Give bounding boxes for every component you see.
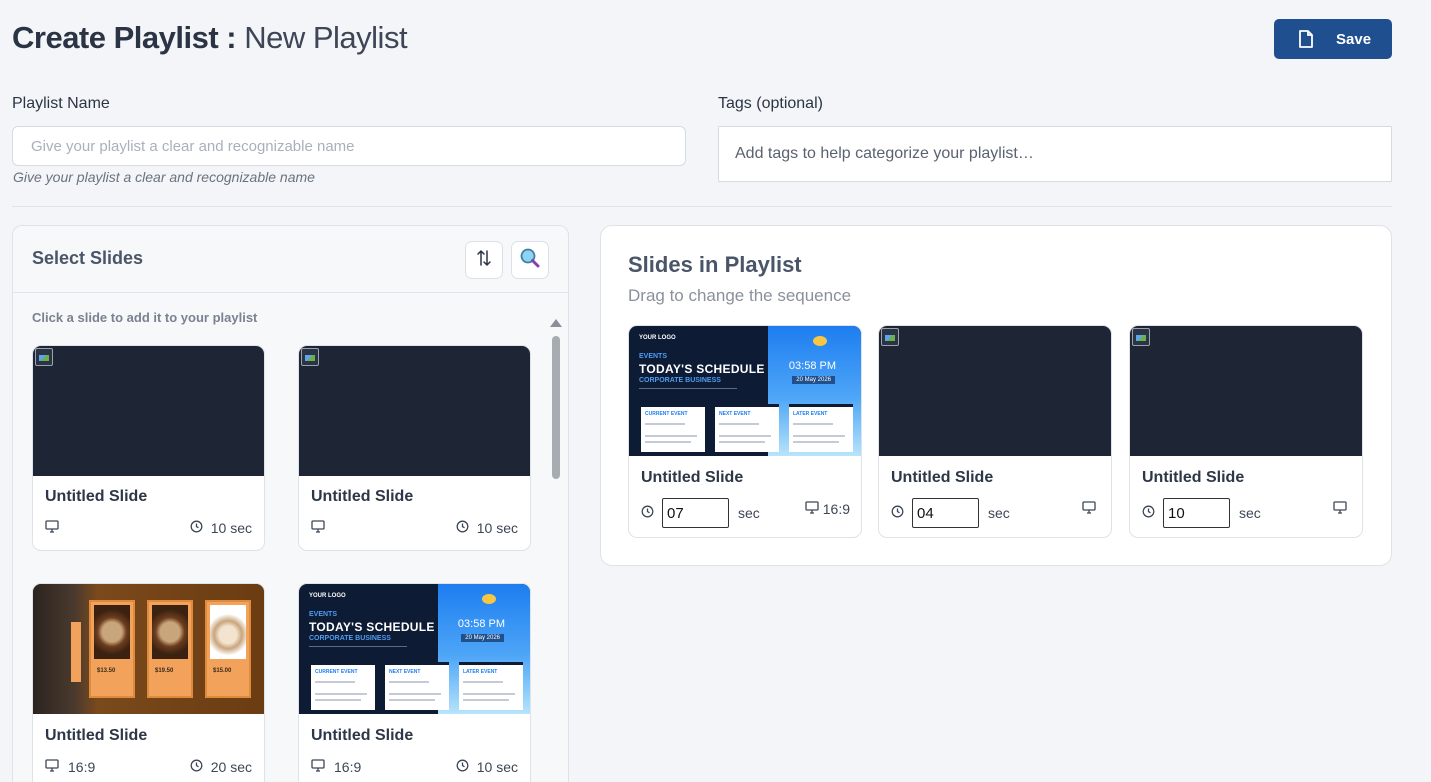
duration-unit: sec <box>988 505 1010 521</box>
playlist-name-label: Playlist Name <box>12 95 110 112</box>
document-icon <box>1298 30 1314 48</box>
clock-icon <box>891 505 904 521</box>
slide-title: Untitled Slide <box>311 727 414 744</box>
duration-row: sec <box>891 498 1010 528</box>
slide-title: Untitled Slide <box>1142 469 1245 486</box>
clock-icon <box>456 759 469 775</box>
duration-input[interactable] <box>1163 498 1230 528</box>
page-title-prefix: Create Playlist : <box>12 20 237 55</box>
slide-card[interactable]: $13.50 $19.50 $15.00 Untitled Slide 16:9… <box>32 583 265 782</box>
slide-card[interactable]: YOUR LOGO EVENTS TODAY'S SCHEDULE CORPOR… <box>298 583 531 782</box>
playlist-panel-subtitle: Drag to change the sequence <box>628 286 852 305</box>
slide-thumbnail <box>879 326 1111 456</box>
playlist-slide-card[interactable]: YOUR LOGO EVENTS TODAY'S SCHEDULE CORPOR… <box>628 325 862 538</box>
broken-image-icon <box>301 348 319 366</box>
divider <box>12 206 1392 207</box>
slide-title: Untitled Slide <box>891 469 994 486</box>
scrollbar-thumb[interactable] <box>552 336 560 479</box>
slide-title: Untitled Slide <box>641 469 744 486</box>
slide-duration: 10 sec <box>456 759 518 775</box>
slide-title: Untitled Slide <box>311 488 414 505</box>
clock-icon <box>456 520 469 536</box>
duration-input[interactable] <box>912 498 979 528</box>
sort-icon <box>476 249 492 272</box>
monitor-icon <box>805 501 819 517</box>
sort-button[interactable] <box>465 241 503 279</box>
slide-duration: 10 sec <box>456 520 518 536</box>
slide-ratio: 16:9 <box>45 759 95 775</box>
monitor-icon <box>311 520 325 536</box>
playlist-name-title: New Playlist <box>244 20 408 55</box>
slide-ratio: 16:9 <box>311 759 361 775</box>
monitor-icon <box>1333 501 1347 517</box>
duration-row: sec <box>1142 498 1261 528</box>
coffee-menu-thumbnail: $13.50 $19.50 $15.00 <box>33 584 264 714</box>
event-schedule-thumbnail: YOUR LOGO EVENTS TODAY'S SCHEDULE CORPOR… <box>299 584 530 714</box>
broken-image-icon <box>35 348 53 366</box>
slide-thumbnail <box>299 346 530 476</box>
slide-title: Untitled Slide <box>45 488 148 505</box>
playlist-name-input[interactable] <box>12 126 686 166</box>
slide-thumbnail <box>1130 326 1362 456</box>
playlist-name-hint: Give your playlist a clear and recogniza… <box>13 169 315 185</box>
slide-thumbnail <box>33 346 264 476</box>
slide-duration: 20 sec <box>190 759 252 775</box>
slide-ratio <box>311 520 331 536</box>
playlist-panel: Slides in Playlist Drag to change the se… <box>600 225 1392 566</box>
broken-image-icon <box>1132 328 1150 346</box>
search-icon <box>519 247 541 274</box>
monitor-icon <box>1082 501 1096 517</box>
event-schedule-thumbnail: YOUR LOGO EVENTS TODAY'S SCHEDULE CORPOR… <box>629 326 861 456</box>
slide-ratio: 16:9 <box>805 501 850 517</box>
slide-ratio <box>1082 501 1100 517</box>
slide-ratio <box>45 520 65 536</box>
broken-image-icon <box>881 328 899 346</box>
playlist-panel-title: Slides in Playlist <box>628 252 802 277</box>
playlist-slide-card[interactable]: Untitled Slide sec <box>878 325 1112 538</box>
duration-unit: sec <box>738 505 760 521</box>
select-slides-hint: Click a slide to add it to your playlist <box>32 310 258 325</box>
save-label: Save <box>1336 30 1372 48</box>
slide-duration: 10 sec <box>190 520 252 536</box>
slide-card[interactable]: Untitled Slide 10 sec <box>298 345 531 551</box>
clock-icon <box>1142 505 1155 521</box>
monitor-icon <box>45 759 59 775</box>
slide-card[interactable]: Untitled Slide 10 sec <box>32 345 265 551</box>
monitor-icon <box>311 759 325 775</box>
duration-unit: sec <box>1239 505 1261 521</box>
duration-input[interactable] <box>662 498 729 528</box>
playlist-slide-card[interactable]: Untitled Slide sec <box>1129 325 1363 538</box>
select-slides-title: Select Slides <box>32 248 144 268</box>
monitor-icon <box>45 520 59 536</box>
save-button[interactable]: Save <box>1274 19 1392 59</box>
duration-row: sec <box>641 498 760 528</box>
select-slides-header: Select Slides <box>13 226 568 293</box>
slide-title: Untitled Slide <box>45 727 148 744</box>
scroll-up-arrow[interactable] <box>550 319 562 327</box>
tags-label: Tags (optional) <box>718 95 823 112</box>
page-title: Create Playlist : New Playlist <box>12 20 408 56</box>
clock-icon <box>641 505 654 521</box>
tags-input[interactable] <box>718 126 1392 182</box>
search-button[interactable] <box>511 241 549 279</box>
slide-ratio <box>1333 501 1351 517</box>
select-slides-panel: Select Slides Click a slide to add it to… <box>12 225 569 782</box>
clock-icon <box>190 520 203 536</box>
clock-icon <box>190 759 203 775</box>
